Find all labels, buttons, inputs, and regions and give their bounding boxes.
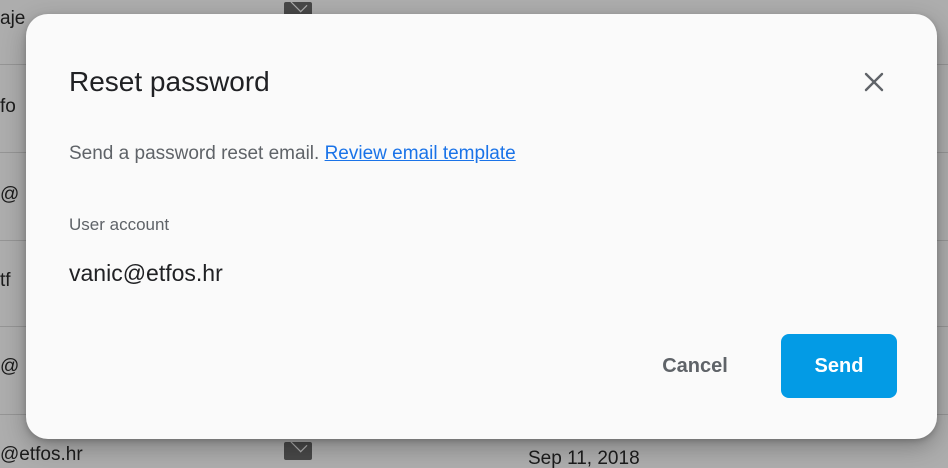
dialog-title: Reset password [69, 66, 270, 97]
close-icon [864, 72, 884, 92]
cancel-button[interactable]: Cancel [646, 336, 744, 396]
dialog-description: Send a password reset email. Review emai… [69, 143, 516, 165]
send-button[interactable]: Send [781, 334, 897, 398]
user-account-label: User account [69, 215, 170, 234]
description-text: Send a password reset email. [69, 143, 320, 164]
user-account-value: vanic@etfos.hr [69, 260, 223, 286]
review-email-template-link[interactable]: Review email template [325, 143, 516, 164]
close-button[interactable] [856, 64, 892, 100]
reset-password-dialog: Reset password Send a password reset ema… [26, 14, 937, 439]
